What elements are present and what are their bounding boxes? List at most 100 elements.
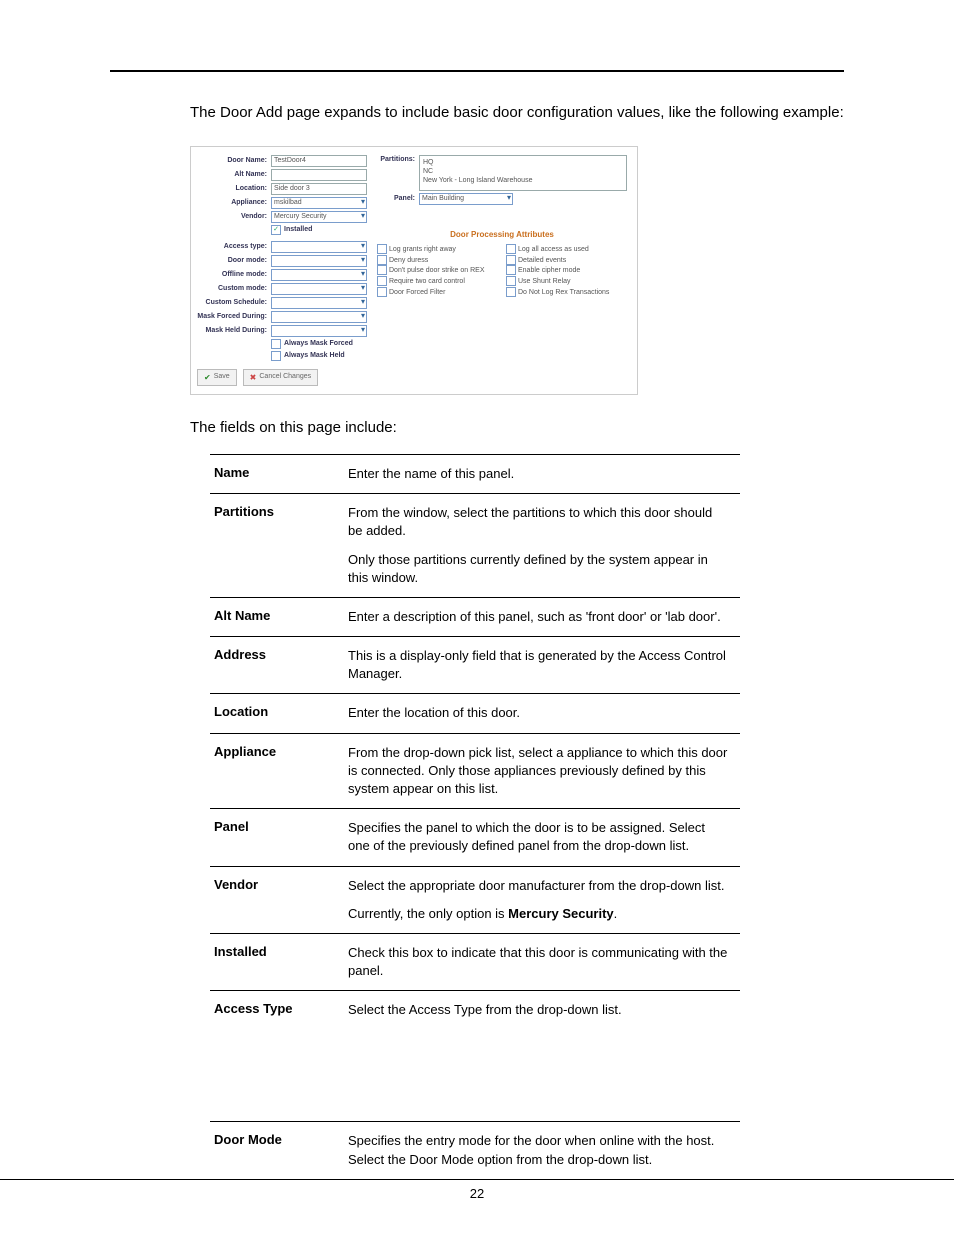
field-desc-p: Enter the name of this panel. bbox=[348, 465, 730, 483]
dpa-label: Do Not Log Rex Transactions bbox=[518, 288, 609, 295]
field-desc: Check this box to indicate that this doo… bbox=[344, 933, 740, 990]
field-desc-p: From the drop-down pick list, select a a… bbox=[348, 744, 730, 799]
label-panel: Panel: bbox=[377, 194, 419, 204]
label-partitions: Partitions: bbox=[377, 155, 419, 165]
field-desc: This is a display-only field that is gen… bbox=[344, 637, 740, 694]
table-row: Alt NameEnter a description of this pane… bbox=[210, 597, 740, 636]
table-row: NameEnter the name of this panel. bbox=[210, 454, 740, 493]
dpa-col-left: Log grants right away Deny duress Don't … bbox=[377, 244, 498, 297]
dpa-col-right: Log all access as used Detailed events E… bbox=[506, 244, 627, 297]
select-vendor[interactable]: Mercury Security bbox=[271, 211, 367, 223]
select-panel[interactable]: Main Building bbox=[419, 193, 513, 205]
input-location[interactable]: Side door 3 bbox=[271, 183, 367, 195]
field-desc: Select the Access Type from the drop-dow… bbox=[344, 991, 740, 1122]
checkbox-dpa[interactable] bbox=[377, 255, 387, 265]
checkbox-dpa[interactable] bbox=[377, 287, 387, 297]
label-mask-held: Mask Held During: bbox=[197, 326, 271, 336]
field-desc: Enter the location of this door. bbox=[344, 694, 740, 733]
partition-item[interactable]: New York - Long Island Warehouse bbox=[423, 176, 623, 185]
field-desc-p: This is a display-only field that is gen… bbox=[348, 647, 730, 683]
field-desc-p: Select the appropriate door manufacturer… bbox=[348, 877, 730, 895]
label-appliance: Appliance: bbox=[197, 198, 271, 208]
dpa-label: Log all access as used bbox=[518, 246, 589, 253]
field-desc-p: From the window, select the partitions t… bbox=[348, 504, 730, 540]
table-row: AddressThis is a display-only field that… bbox=[210, 637, 740, 694]
checkbox-dpa[interactable] bbox=[506, 265, 516, 275]
label-always-mask-forced: Always Mask Forced bbox=[284, 339, 353, 349]
select-offline-mode[interactable] bbox=[271, 269, 367, 281]
checkbox-dpa[interactable] bbox=[506, 276, 516, 286]
checkbox-always-mask-forced[interactable] bbox=[271, 339, 281, 349]
table-row: PartitionsFrom the window, select the pa… bbox=[210, 494, 740, 598]
field-desc-p: Only those partitions currently defined … bbox=[348, 551, 730, 587]
label-door-mode: Door mode: bbox=[197, 256, 271, 266]
label-custom-mode: Custom mode: bbox=[197, 284, 271, 294]
screenshot-mockup: Door Name:TestDoor4 Alt Name: Location:S… bbox=[190, 146, 638, 395]
field-desc-p: Enter a description of this panel, such … bbox=[348, 608, 730, 626]
dpa-label: Don't pulse door strike on REX bbox=[389, 267, 485, 274]
dpa-title: Door Processing Attributes bbox=[377, 229, 627, 240]
field-name: Partitions bbox=[210, 494, 344, 598]
dpa-label: Door Forced Filter bbox=[389, 288, 445, 295]
x-icon: ✖ bbox=[250, 372, 257, 383]
field-desc-p: Enter the location of this door. bbox=[348, 704, 730, 722]
check-icon: ✔ bbox=[204, 372, 211, 383]
checkbox-dpa[interactable] bbox=[377, 244, 387, 254]
table-row: PanelSpecifies the panel to which the do… bbox=[210, 809, 740, 866]
field-desc: Enter a description of this panel, such … bbox=[344, 597, 740, 636]
label-always-mask-held: Always Mask Held bbox=[284, 351, 345, 361]
field-desc: Specifies the entry mode for the door wh… bbox=[344, 1122, 740, 1179]
partition-item[interactable]: HQ bbox=[423, 158, 623, 167]
table-row: InstalledCheck this box to indicate that… bbox=[210, 933, 740, 990]
label-door-name: Door Name: bbox=[197, 156, 271, 166]
select-mask-held[interactable] bbox=[271, 325, 367, 337]
partition-item[interactable]: NC bbox=[423, 167, 623, 176]
field-name: Appliance bbox=[210, 733, 344, 809]
field-name: Door Mode bbox=[210, 1122, 344, 1179]
label-mask-forced: Mask Forced During: bbox=[197, 312, 271, 322]
dpa-label: Use Shunt Relay bbox=[518, 278, 571, 285]
save-button[interactable]: ✔Save bbox=[197, 369, 237, 386]
field-name: Address bbox=[210, 637, 344, 694]
dpa-label: Detailed events bbox=[518, 256, 566, 263]
input-door-name[interactable]: TestDoor4 bbox=[271, 155, 367, 167]
select-appliance[interactable]: mskilbad bbox=[271, 197, 367, 209]
checkbox-dpa[interactable] bbox=[506, 287, 516, 297]
dpa-label: Enable cipher mode bbox=[518, 267, 580, 274]
field-desc-p: Select the Access Type from the drop-dow… bbox=[348, 1001, 730, 1019]
field-desc-p: Specifies the entry mode for the door wh… bbox=[348, 1132, 730, 1168]
table-row: VendorSelect the appropriate door manufa… bbox=[210, 866, 740, 933]
field-desc: From the window, select the partitions t… bbox=[344, 494, 740, 598]
select-custom-mode[interactable] bbox=[271, 283, 367, 295]
field-desc: Enter the name of this panel. bbox=[344, 454, 740, 493]
top-rule bbox=[110, 70, 844, 72]
intro-text: The Door Add page expands to include bas… bbox=[110, 102, 844, 124]
input-alt-name[interactable] bbox=[271, 169, 367, 181]
select-custom-schedule[interactable] bbox=[271, 297, 367, 309]
table-row: ApplianceFrom the drop-down pick list, s… bbox=[210, 733, 740, 809]
checkbox-dpa[interactable] bbox=[377, 276, 387, 286]
label-access-type: Access type: bbox=[197, 242, 271, 252]
select-access-type[interactable] bbox=[271, 241, 367, 253]
field-desc-p: Check this box to indicate that this doo… bbox=[348, 944, 730, 980]
cancel-button[interactable]: ✖Cancel Changes bbox=[243, 369, 318, 386]
dpa-label: Log grants right away bbox=[389, 246, 456, 253]
select-door-mode[interactable] bbox=[271, 255, 367, 267]
field-desc: Select the appropriate door manufacturer… bbox=[344, 866, 740, 933]
checkbox-dpa[interactable] bbox=[506, 255, 516, 265]
field-name: Access Type bbox=[210, 991, 344, 1122]
checkbox-always-mask-held[interactable] bbox=[271, 351, 281, 361]
label-vendor: Vendor: bbox=[197, 212, 271, 222]
table-row: LocationEnter the location of this door. bbox=[210, 694, 740, 733]
page-number: 22 bbox=[470, 1186, 484, 1201]
checkbox-dpa[interactable] bbox=[506, 244, 516, 254]
field-name: Installed bbox=[210, 933, 344, 990]
listbox-partitions[interactable]: HQ NC New York - Long Island Warehouse bbox=[419, 155, 627, 191]
select-mask-forced[interactable] bbox=[271, 311, 367, 323]
dpa-label: Deny duress bbox=[389, 256, 428, 263]
checkbox-installed[interactable]: ✓ bbox=[271, 225, 281, 235]
dpa-label: Require two card control bbox=[389, 278, 465, 285]
fields-table: NameEnter the name of this panel.Partiti… bbox=[210, 454, 740, 1180]
field-desc-p: Currently, the only option is Mercury Se… bbox=[348, 905, 730, 923]
checkbox-dpa[interactable] bbox=[377, 265, 387, 275]
